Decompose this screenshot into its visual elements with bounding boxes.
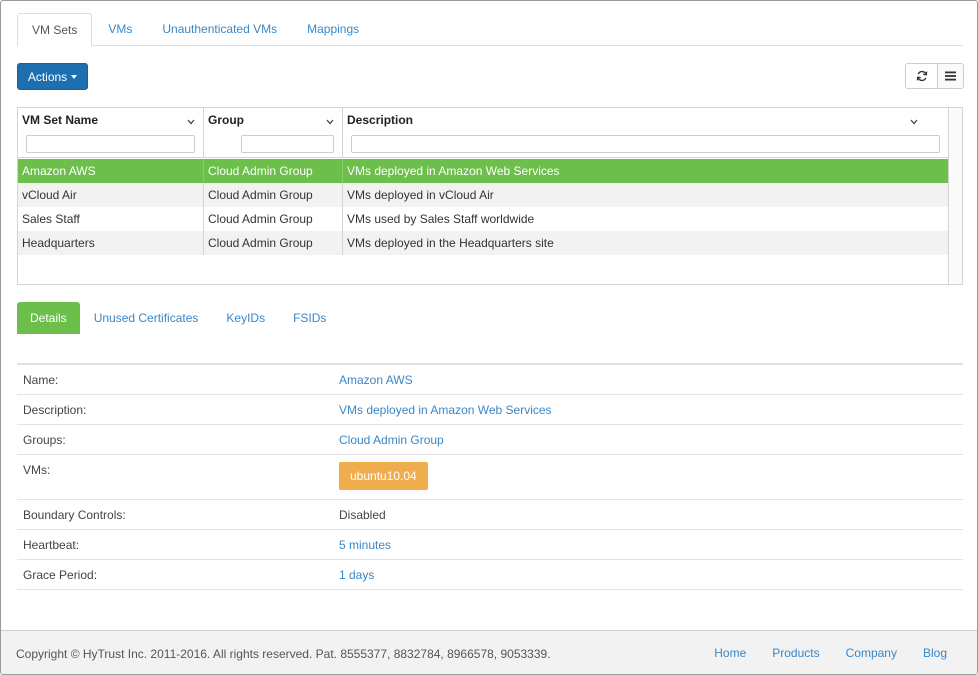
tab-mappings[interactable]: Mappings — [293, 13, 373, 46]
footer-links: Home Products Company Blog — [714, 646, 947, 660]
footer: Copyright © HyTrust Inc. 2011-2016. All … — [1, 630, 977, 674]
cell-description: VMs deployed in the Headquarters site — [347, 236, 554, 250]
refresh-icon — [916, 70, 927, 82]
column-title: Group — [208, 113, 244, 127]
detail-row-heartbeat: Heartbeat: 5 minutes — [17, 530, 963, 560]
cell-name: Sales Staff — [18, 207, 204, 231]
grid-tools — [905, 63, 964, 89]
heartbeat-label: Heartbeat: — [23, 537, 80, 552]
cell-group: Cloud Admin Group — [204, 159, 343, 183]
column-title: Description — [347, 113, 414, 127]
cell-group: Cloud Admin Group — [204, 207, 343, 231]
boundary-controls-label: Boundary Controls: — [23, 507, 126, 522]
tab-vms[interactable]: VMs — [94, 13, 146, 46]
grid-scrollbar[interactable] — [948, 108, 962, 284]
chevron-down-icon[interactable] — [187, 114, 195, 128]
chevron-down-icon[interactable] — [326, 114, 334, 128]
footer-link-home[interactable]: Home — [714, 646, 746, 660]
tab-fsids[interactable]: FSIDs — [279, 302, 340, 334]
detail-row-boundary: Boundary Controls: Disabled — [17, 500, 963, 530]
cell-description: VMs used by Sales Staff worldwide — [347, 212, 535, 226]
groups-value[interactable]: Cloud Admin Group — [333, 433, 444, 447]
vm-sets-grid: VM Set Name Group Description Amazon AWS… — [17, 107, 963, 285]
table-row[interactable]: Sales Staff Cloud Admin Group VMs used b… — [18, 207, 948, 231]
description-label: Description: — [23, 402, 87, 417]
detail-row-grace-period: Grace Period: 1 days — [17, 560, 963, 590]
column-vm-set-name[interactable]: VM Set Name — [18, 108, 204, 158]
vms-label: VMs: — [23, 463, 51, 477]
copyright-text: Copyright © HyTrust Inc. 2011-2016. All … — [16, 647, 551, 661]
description-filter[interactable] — [351, 135, 940, 153]
vm-set-name-filter[interactable] — [26, 135, 195, 153]
list-menu-icon — [945, 71, 956, 81]
detail-tab-bar: Details Unused Certificates KeyIDs FSIDs — [17, 302, 340, 334]
cell-name: vCloud Air — [18, 183, 204, 207]
detail-row-groups: Groups: Cloud Admin Group — [17, 425, 963, 455]
vm-badge[interactable]: ubuntu10.04 — [339, 462, 428, 490]
cell-group: Cloud Admin Group — [204, 183, 343, 207]
app-window: VM Sets VMs Unauthenticated VMs Mappings… — [0, 0, 978, 675]
caret-down-icon — [71, 75, 78, 79]
column-group[interactable]: Group — [204, 108, 343, 158]
name-label: Name: — [23, 372, 59, 387]
refresh-button[interactable] — [905, 63, 938, 89]
cell-name: Headquarters — [18, 231, 204, 255]
tab-keyids[interactable]: KeyIDs — [212, 302, 279, 334]
name-value[interactable]: Amazon AWS — [333, 373, 413, 387]
column-menu-button[interactable] — [938, 63, 964, 89]
table-row[interactable]: vCloud Air Cloud Admin Group VMs deploye… — [18, 183, 948, 207]
tab-unauthenticated-vms[interactable]: Unauthenticated VMs — [148, 13, 291, 46]
grid-header: VM Set Name Group Description — [18, 108, 948, 158]
cell-description: VMs deployed in Amazon Web Services — [347, 164, 560, 178]
footer-link-company[interactable]: Company — [846, 646, 897, 660]
tab-unused-certificates[interactable]: Unused Certificates — [80, 302, 213, 334]
grid-body: Amazon AWS Cloud Admin Group VMs deploye… — [18, 159, 948, 255]
details-table: Name: Amazon AWS Description: VMs deploy… — [17, 363, 963, 590]
detail-row-vms: VMs: ubuntu10.04 — [17, 455, 963, 500]
top-tab-bar: VM Sets VMs Unauthenticated VMs Mappings — [17, 13, 963, 47]
cell-name: Amazon AWS — [18, 159, 204, 183]
detail-row-description: Description: VMs deployed in Amazon Web … — [17, 395, 963, 425]
tab-vm-sets[interactable]: VM Sets — [17, 13, 93, 47]
footer-link-blog[interactable]: Blog — [923, 646, 947, 660]
column-description[interactable]: Description — [343, 108, 948, 158]
table-row[interactable]: Amazon AWS Cloud Admin Group VMs deploye… — [18, 159, 948, 183]
tab-details[interactable]: Details — [17, 302, 80, 334]
grace-period-label: Grace Period: — [23, 567, 98, 582]
boundary-controls-value: Disabled — [339, 507, 386, 522]
cell-description: VMs deployed in vCloud Air — [347, 188, 494, 202]
group-filter[interactable] — [241, 135, 334, 153]
actions-label: Actions — [27, 69, 68, 84]
cell-group: Cloud Admin Group — [204, 231, 343, 255]
table-row[interactable]: Headquarters Cloud Admin Group VMs deplo… — [18, 231, 948, 255]
footer-link-products[interactable]: Products — [772, 646, 819, 660]
description-value[interactable]: VMs deployed in Amazon Web Services — [333, 403, 552, 417]
detail-row-name: Name: Amazon AWS — [17, 365, 963, 395]
grace-period-value[interactable]: 1 days — [333, 568, 374, 582]
groups-label: Groups: — [23, 432, 66, 447]
column-title: VM Set Name — [22, 113, 99, 127]
actions-button[interactable]: Actions — [17, 63, 88, 90]
chevron-down-icon[interactable] — [910, 114, 918, 128]
heartbeat-value[interactable]: 5 minutes — [333, 538, 391, 552]
